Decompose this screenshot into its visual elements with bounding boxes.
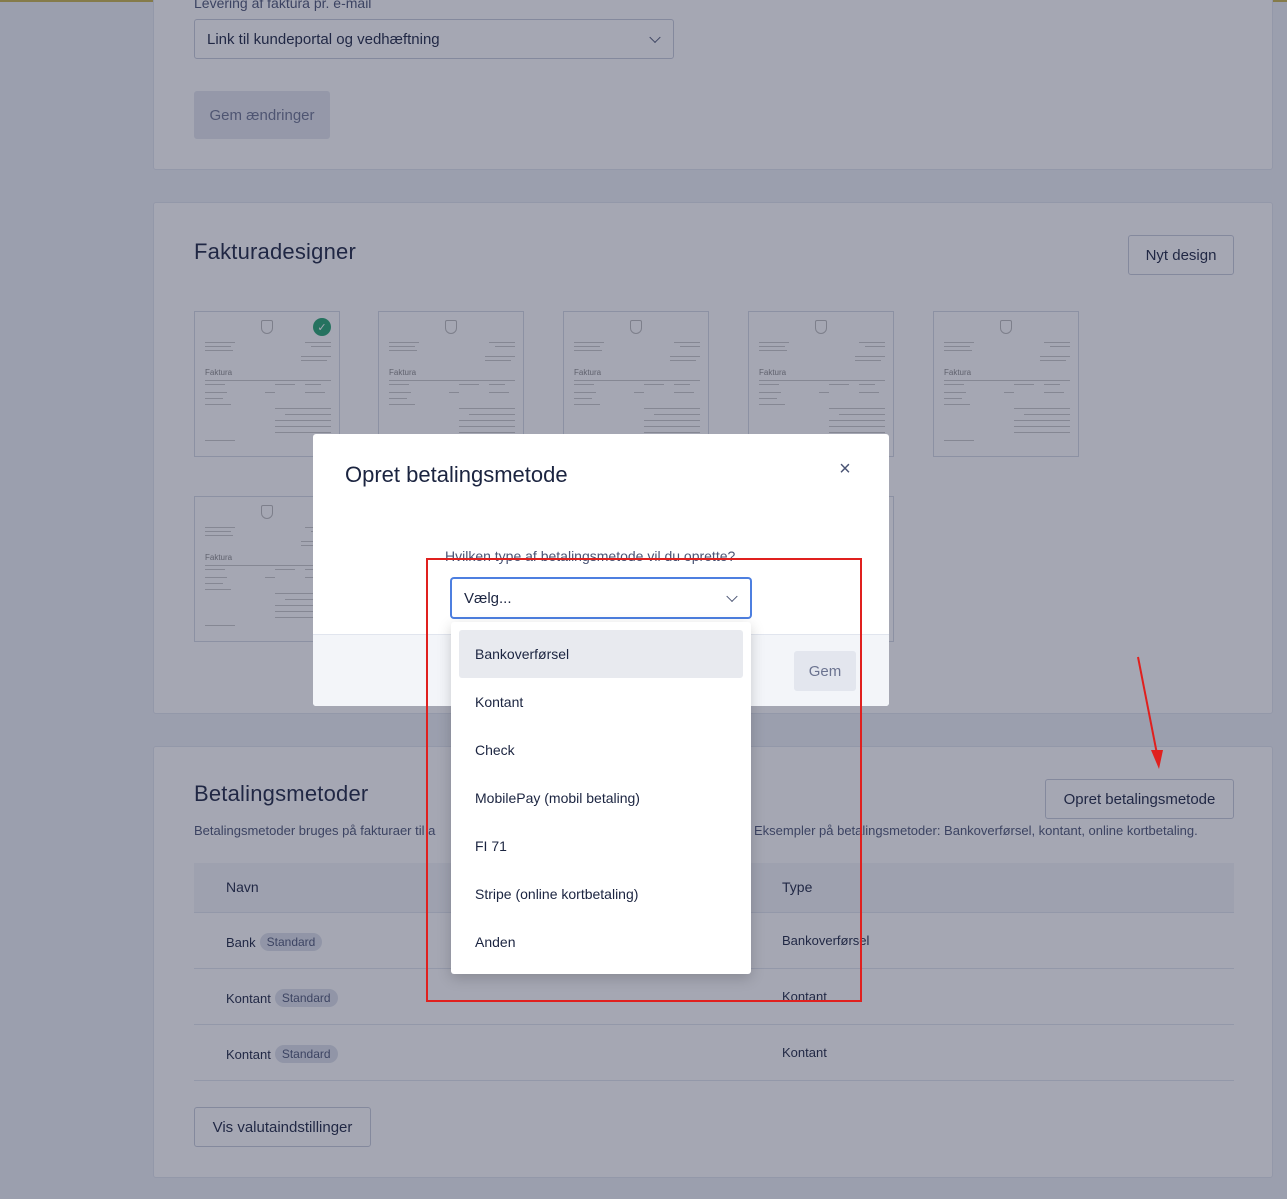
annotation-highlight-box bbox=[426, 558, 862, 1002]
modal-title: Opret betalingsmetode bbox=[345, 462, 568, 487]
close-icon[interactable]: × bbox=[837, 458, 853, 481]
annotation-arrow-icon bbox=[1137, 656, 1163, 769]
